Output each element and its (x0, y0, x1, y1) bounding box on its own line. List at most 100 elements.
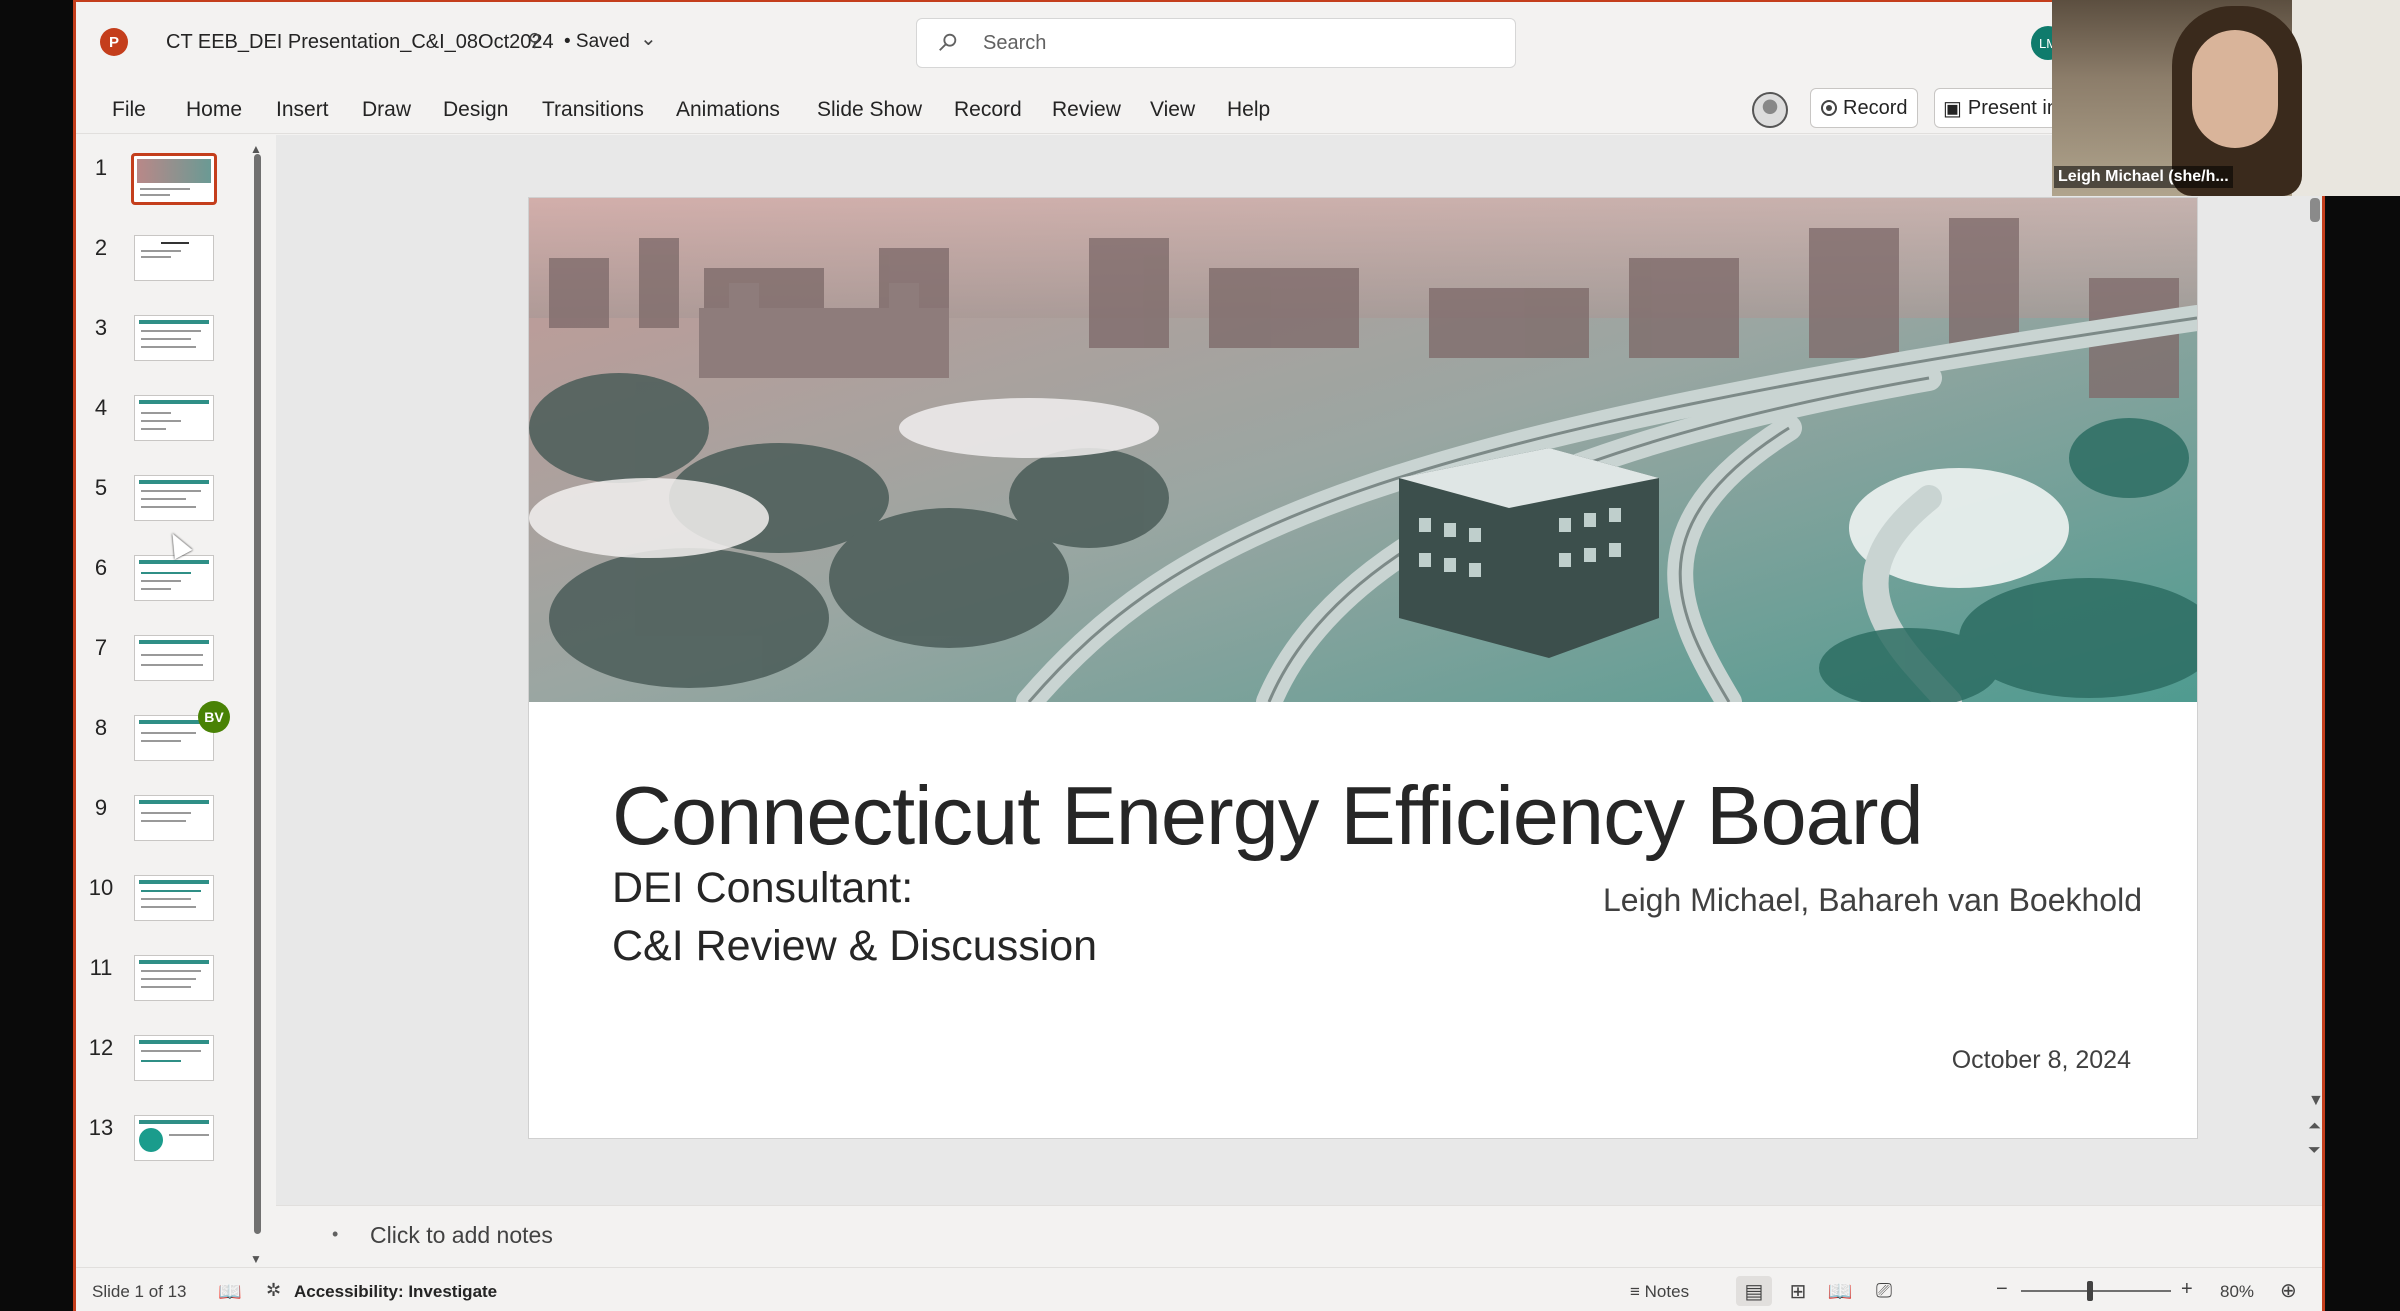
slide-authors[interactable]: Leigh Michael, Bahareh van Boekhold (1603, 882, 2142, 919)
tab-draw[interactable]: Draw (356, 94, 417, 126)
thumbnail-image[interactable] (131, 153, 217, 205)
normal-view-icon[interactable]: ▤ (1736, 1276, 1772, 1306)
slide-number: 8 (94, 715, 108, 740)
zoom-percentage[interactable]: 80% (2220, 1282, 2254, 1302)
thumbnail-image[interactable] (134, 1115, 214, 1161)
thumbnail-image[interactable] (134, 395, 214, 441)
thumbnail-image[interactable] (134, 235, 214, 281)
slide-number: 7 (94, 635, 108, 660)
slide-thumbnail-5[interactable]: 5 (76, 455, 276, 535)
slide-thumbnail-10[interactable]: 10 (76, 855, 276, 935)
reading-view-icon[interactable]: 📖 (1822, 1276, 1858, 1306)
thumbnail-image[interactable] (134, 795, 214, 841)
tab-record[interactable]: Record (948, 94, 1028, 126)
notes-pane[interactable]: • Click to add notes (276, 1205, 2322, 1267)
coauthor-presence-badge[interactable]: BV (198, 701, 230, 733)
slide-number: 6 (94, 555, 108, 580)
record-button-label: Record (1843, 96, 1908, 119)
slide-number: 1 (94, 155, 108, 180)
zoom-slider-thumb[interactable] (2087, 1281, 2093, 1301)
zoom-out-icon[interactable]: − (1996, 1278, 2008, 1301)
slide-number: 12 (88, 1035, 114, 1060)
slide-number: 10 (88, 875, 114, 900)
thumbnail-image[interactable] (134, 315, 214, 361)
slide-thumbnail-4[interactable]: 4 (76, 375, 276, 455)
thumbnail-image[interactable] (134, 955, 214, 1001)
slide-thumbnail-2[interactable]: 2 (76, 215, 276, 295)
spellcheck-book-icon[interactable]: 📖 (218, 1280, 242, 1304)
save-status[interactable]: • Saved (564, 31, 630, 53)
slide-number: 5 (94, 475, 108, 500)
slide-thumbnail-9[interactable]: 9 (76, 775, 276, 855)
slide-thumbnail-pane: 1 2 3 4 5 6 7 8 BV 9 10 11 12 13 (76, 135, 276, 1255)
slide-count: Slide 1 of 13 (92, 1282, 187, 1301)
slide-thumbnail-7[interactable]: 7 (76, 615, 276, 695)
tab-review[interactable]: Review (1046, 94, 1127, 126)
teams-icon: ▣ (1943, 97, 1962, 120)
slide-subtitle-line-2[interactable]: C&I Review & Discussion (612, 922, 1097, 971)
slide-thumbnail-1[interactable]: 1 (76, 135, 276, 215)
slide-thumbnail-11[interactable]: 11 (76, 935, 276, 1015)
thumbnail-image[interactable] (134, 1035, 214, 1081)
notes-bullet: • (332, 1224, 339, 1244)
slide-1[interactable]: Connecticut Energy Efficiency Board DEI … (529, 198, 2197, 1138)
slide-thumbnail-13[interactable]: 13 (76, 1095, 276, 1175)
tab-help[interactable]: Help (1221, 94, 1276, 126)
fit-to-window-icon[interactable]: ⊕ (2280, 1278, 2297, 1303)
zoom-in-icon[interactable]: + (2181, 1278, 2193, 1301)
slide-editor-canvas: Connecticut Energy Efficiency Board DEI … (276, 135, 2322, 1205)
scroll-down-icon[interactable]: ▼ (2308, 1092, 2322, 1110)
status-bar: Slide 1 of 13 📖 ✲ Accessibility: Investi… (76, 1267, 2322, 1311)
tab-home[interactable]: Home (180, 94, 248, 126)
tab-design[interactable]: Design (437, 94, 514, 126)
slide-sorter-icon[interactable]: ⊞ (1780, 1276, 1816, 1306)
next-slide-icon[interactable]: ⏷ (2308, 1142, 2321, 1160)
city-aerial-photo (529, 198, 2197, 702)
slide-subtitle-line-1[interactable]: DEI Consultant: (612, 864, 913, 913)
slide-thumbnail-12[interactable]: 12 (76, 1015, 276, 1095)
slide-number: 3 (94, 315, 108, 340)
scrollbar-thumb[interactable] (2310, 198, 2320, 222)
slide-number: 13 (88, 1115, 114, 1140)
zoom-slider[interactable] (2021, 1290, 2171, 1292)
slide-date[interactable]: October 8, 2024 (1952, 1046, 2131, 1075)
tab-slide-show[interactable]: Slide Show (811, 94, 928, 126)
thumbnail-image[interactable] (134, 555, 214, 601)
record-button[interactable]: Record (1810, 88, 1918, 128)
powerpoint-logo-icon: P (100, 28, 128, 56)
thumbnail-image[interactable] (134, 635, 214, 681)
ribbon-tabs: File Home Insert Draw Design Transitions… (76, 84, 2322, 134)
slide-title[interactable]: Connecticut Energy Efficiency Board (612, 768, 1924, 864)
editor-scrollbar[interactable]: ▼ ⏶ ⏷ (2308, 192, 2322, 1212)
scroll-down-icon[interactable]: ▼ (250, 1252, 262, 1266)
notes-input[interactable]: Click to add notes (370, 1222, 553, 1249)
scrollbar-thumb[interactable] (254, 154, 261, 1234)
thumbnail-image[interactable] (134, 475, 214, 521)
slide-thumbnail-3[interactable]: 3 (76, 295, 276, 375)
slide-show-icon[interactable]: ⎚ (1866, 1276, 1902, 1306)
participant-name: Leigh Michael (she/h... (2054, 166, 2233, 188)
tab-transitions[interactable]: Transitions (536, 94, 650, 126)
notes-toggle-label: Notes (1644, 1282, 1690, 1301)
slide-number: 2 (94, 235, 108, 260)
document-title[interactable]: CT EEB_DEI Presentation_C&I_08Oct2024 (166, 31, 554, 54)
copilot-icon[interactable] (1752, 92, 1788, 128)
slide-number: 11 (89, 955, 113, 980)
tab-file[interactable]: File (106, 94, 152, 126)
thumbnail-scrollbar[interactable]: ▲ ▼ (250, 142, 264, 1266)
accessibility-icon: ✲ (266, 1280, 282, 1300)
tab-view[interactable]: View (1144, 94, 1201, 126)
slide-number: 4 (94, 395, 108, 420)
slide-thumbnail-8[interactable]: 8 BV (76, 695, 276, 775)
search-input[interactable]: Search (983, 32, 1046, 55)
accessibility-status[interactable]: Accessibility: Investigate (294, 1282, 497, 1302)
search-box[interactable]: Search (916, 18, 1516, 68)
title-bar: P CT EEB_DEI Presentation_C&I_08Oct2024 … (76, 2, 2322, 84)
tab-animations[interactable]: Animations (670, 94, 786, 126)
thumbnail-image[interactable] (134, 875, 214, 921)
video-call-overlay: Leigh Michael (she/h... (2052, 0, 2400, 196)
tab-insert[interactable]: Insert (270, 94, 335, 126)
previous-slide-icon[interactable]: ⏶ (2308, 1118, 2321, 1136)
chevron-down-icon[interactable]: ⌄ (640, 26, 657, 51)
notes-toggle-button[interactable]: ≡ Notes (1630, 1282, 1689, 1302)
